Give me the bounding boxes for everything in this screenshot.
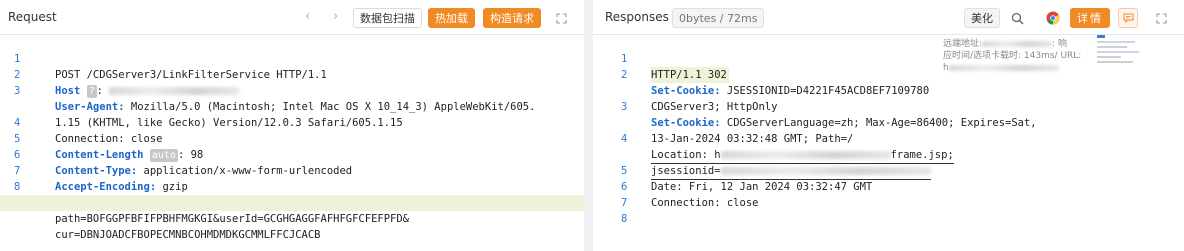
request-header: Request ‹ › 数据包扫描 热加载 构造请求 xyxy=(0,0,584,35)
request-line: 9 path=BOFGGPFBFIFPBHFMGKGI&userId=GCGHG… xyxy=(14,197,410,225)
search-icon[interactable] xyxy=(1007,8,1027,28)
response-line: 3 Set-Cookie: CDGServerLanguage=zh; Max-… xyxy=(621,101,1037,129)
fullscreen-icon[interactable] xyxy=(1151,8,1171,28)
request-line: 2 Host ?: xyxy=(0,51,584,98)
response-line: jsessionid= xyxy=(593,131,1184,180)
hot-load-button[interactable]: 热加载 xyxy=(428,8,475,28)
request-panel: Request ‹ › 数据包扫描 热加载 构造请求 1 POST /CDGSe… xyxy=(0,0,584,251)
packet-scan-button[interactable]: 数据包扫描 xyxy=(353,8,422,28)
fullscreen-icon[interactable] xyxy=(551,8,571,28)
response-title: Responses xyxy=(605,10,669,24)
request-line: 4 Connection: close xyxy=(14,117,163,145)
chrome-icon[interactable] xyxy=(1043,8,1063,28)
request-title: Request xyxy=(8,10,57,24)
request-line: 5 Content-Length auto: 98 xyxy=(14,133,204,162)
response-line: 6 Connection: close xyxy=(621,181,759,209)
request-line: 8 xyxy=(14,181,21,193)
response-line: 1 HTTP/1.1 302 xyxy=(621,53,729,83)
panel-splitter[interactable] xyxy=(584,0,593,251)
prev-arrow-icon[interactable]: ‹ xyxy=(305,9,310,24)
response-header: Responses 0bytes / 72ms 美化 详情 xyxy=(593,0,1184,35)
request-line: 1.15 (KHTML, like Gecko) Version/12.0.3 … xyxy=(55,117,403,129)
build-request-button[interactable]: 构造请求 xyxy=(483,8,541,28)
comment-icon[interactable] xyxy=(1118,8,1138,28)
response-line: 13-Jan-2024 03:32:48 GMT; Path=/ xyxy=(651,133,854,145)
beautify-button[interactable]: 美化 xyxy=(964,8,1000,28)
response-line: 4 Location: h frame.jsp; xyxy=(593,115,1184,164)
response-line: 8 xyxy=(621,213,628,225)
response-line: CDGServer3; HttpOnly xyxy=(651,101,778,113)
request-line: 6 Content-Type: application/x-www-form-u… xyxy=(14,149,353,177)
request-line-highlighted: cur=DBNJOADCFBOPECMNBCOHMDMDKGCMMLFFCJCA… xyxy=(0,195,584,241)
next-arrow-icon[interactable]: › xyxy=(333,9,338,24)
request-line: 3 User-Agent: Mozilla/5.0 (Macintosh; In… xyxy=(14,85,536,113)
response-panel: Responses 0bytes / 72ms 美化 详情 1 HTTP/1.1… xyxy=(593,0,1184,251)
response-line: 5 Date: Fri, 12 Jan 2024 03:32:47 GMT xyxy=(621,165,873,193)
detail-button[interactable]: 详情 xyxy=(1070,8,1110,28)
minimap[interactable] xyxy=(1097,35,1177,75)
request-line: 1 POST /CDGServer3/LinkFilterService HTT… xyxy=(14,53,327,81)
response-size-badge: 0bytes / 72ms xyxy=(672,8,765,28)
response-line: 2 Set-Cookie: JSESSIONID=D4221F45ACD8EF7… xyxy=(621,69,930,97)
response-line: 7 xyxy=(621,197,628,209)
response-info-tooltip: 远端地址:: 响 应时间/选项卡载时: 143ms/ URL: h xyxy=(943,38,1093,74)
request-line: 7 Accept-Encoding: gzip xyxy=(14,165,188,193)
